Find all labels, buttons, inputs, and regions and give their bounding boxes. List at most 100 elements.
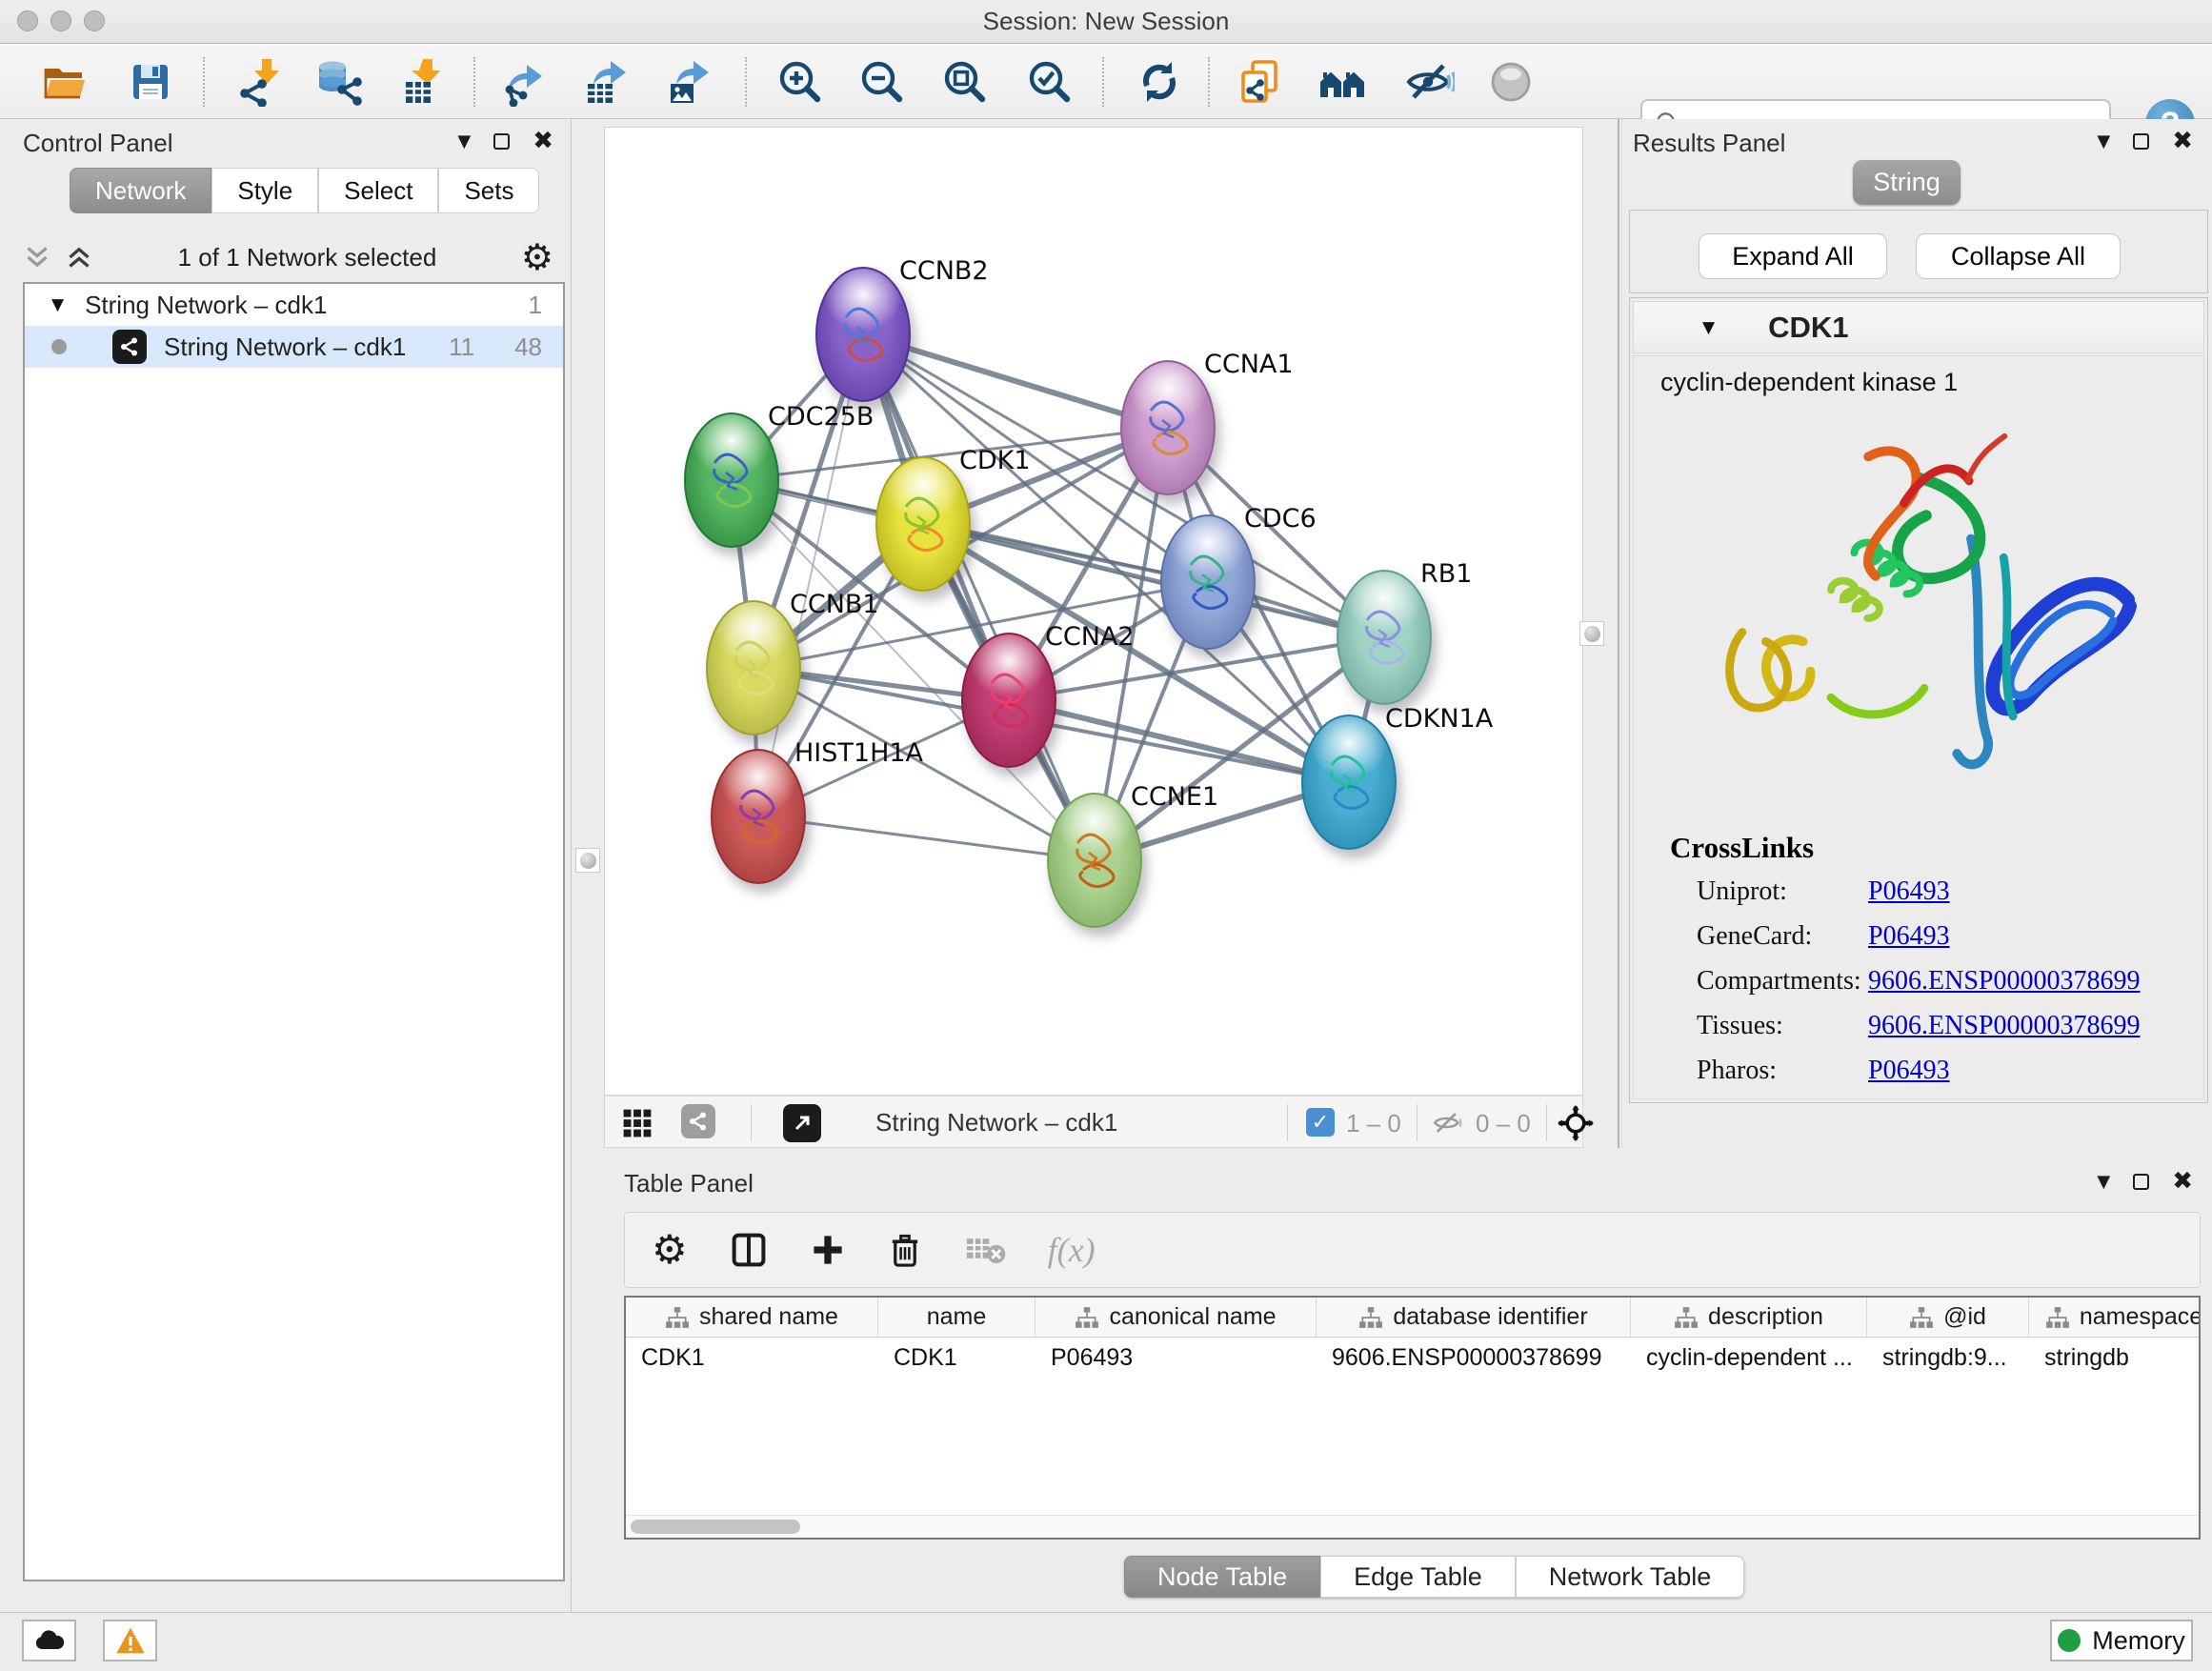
crosslink-value-link[interactable]: 9606.ENSP00000378699: [1868, 966, 2140, 997]
network-node-CDC6[interactable]: [1160, 514, 1256, 650]
update-network-button[interactable]: [1133, 55, 1186, 109]
show-all-button[interactable]: [1484, 55, 1538, 109]
column-header-description[interactable]: description: [1631, 1298, 1867, 1337]
cloud-status-button[interactable]: [22, 1620, 76, 1661]
zoom-selected-button[interactable]: [1023, 55, 1076, 109]
first-neighbors-button[interactable]: [1316, 55, 1369, 109]
expand-all-button[interactable]: Expand All: [1699, 233, 1887, 279]
gene-section-header[interactable]: ▼ CDK1: [1633, 301, 2204, 353]
crosslink-value-link[interactable]: 9606.ENSP00000378699: [1868, 1011, 2140, 1041]
network-row-selected[interactable]: String Network – cdk1 11 48: [25, 326, 563, 368]
fit-selected-button[interactable]: [1558, 1105, 1594, 1144]
network-node-CDC25B[interactable]: [684, 413, 779, 548]
delete-column-button[interactable]: [888, 1232, 922, 1268]
column-header--id[interactable]: @id: [1867, 1298, 2029, 1337]
column-header-database-identifier[interactable]: database identifier: [1317, 1298, 1631, 1337]
network-node-RB1[interactable]: [1337, 570, 1432, 705]
save-session-button[interactable]: [124, 55, 177, 109]
network-edge-count: 48: [514, 332, 542, 362]
network-node-HIST1H1A[interactable]: [711, 749, 806, 884]
tab-edge-table[interactable]: Edge Table: [1320, 1556, 1516, 1598]
open-session-button[interactable]: [38, 55, 91, 109]
crosslink-value-link[interactable]: P06493: [1868, 876, 1950, 907]
results-panel-close-icon[interactable]: ✖: [2172, 129, 2193, 153]
tab-style[interactable]: Style: [211, 168, 318, 213]
zoom-fit-content-button[interactable]: [938, 55, 992, 109]
gene-collapse-triangle-icon[interactable]: ▼: [1702, 318, 1715, 337]
network-node-label-CDC25B: CDC25B: [768, 402, 874, 432]
table-panel-close-icon[interactable]: ✖: [2172, 1169, 2193, 1194]
crosslink-value-link[interactable]: P06493: [1868, 921, 1950, 952]
table-panel: Table Panel ▼ ✖ ⚙ f(x) shared namenameca…: [573, 1148, 2212, 1612]
collapse-all-icon[interactable]: [23, 243, 51, 272]
results-panel-float-icon[interactable]: [2133, 133, 2149, 150]
export-network-button[interactable]: [498, 55, 552, 109]
create-column-button[interactable]: [810, 1232, 846, 1268]
window-minimize-button[interactable]: [50, 10, 71, 31]
network-node-CCNE1[interactable]: [1047, 793, 1142, 928]
zoom-in-button[interactable]: [774, 55, 827, 109]
network-node-CCNB1[interactable]: [706, 600, 801, 735]
control-panel-float-icon[interactable]: [493, 133, 510, 150]
network-node-label-CCNB2: CCNB2: [899, 256, 989, 286]
import-table-from-file-button[interactable]: [396, 55, 450, 109]
function-builder-button[interactable]: f(x): [1048, 1230, 1096, 1270]
table-row[interactable]: CDK1CDK1P064939606.ENSP00000378699cyclin…: [626, 1338, 2199, 1378]
warning-status-button[interactable]: [103, 1620, 157, 1661]
expand-all-icon[interactable]: [65, 243, 93, 272]
network-node-CDKN1A[interactable]: [1301, 715, 1397, 850]
left-splitter-handle[interactable]: [575, 848, 600, 873]
collapse-all-button[interactable]: Collapse All: [1916, 233, 2121, 279]
network-node-CCNA1[interactable]: [1120, 360, 1216, 495]
tab-string[interactable]: String: [1853, 160, 1961, 205]
collection-expand-triangle-icon[interactable]: ▼: [51, 295, 64, 314]
hide-selected-button[interactable]: [1403, 55, 1457, 109]
collection-label: String Network – cdk1: [85, 291, 528, 320]
toolbar-separator: [203, 57, 205, 107]
column-header-name[interactable]: name: [878, 1298, 1036, 1337]
window-maximize-button[interactable]: [84, 10, 105, 31]
network-node-CCNB2[interactable]: [815, 267, 911, 402]
table-panel-float-icon[interactable]: [2133, 1174, 2149, 1190]
detach-view-button[interactable]: [783, 1104, 821, 1142]
clone-network-button[interactable]: [1234, 55, 1287, 109]
selected-nodes-checkbox[interactable]: ✓: [1306, 1108, 1335, 1137]
network-collection-row[interactable]: ▼ String Network – cdk1 1: [25, 284, 563, 326]
control-panel-menu-arrow[interactable]: ▼: [457, 131, 471, 151]
zoom-out-button[interactable]: [855, 55, 909, 109]
grid-view-button[interactable]: [621, 1107, 654, 1142]
network-node-CDK1[interactable]: [875, 456, 971, 592]
tab-network-table[interactable]: Network Table: [1516, 1556, 1745, 1598]
tab-network[interactable]: Network: [70, 168, 211, 213]
delete-table-button[interactable]: [964, 1233, 1006, 1267]
collection-count: 1: [529, 291, 542, 320]
network-node-layer: CCNB2 CCNA1 CDC25B CDK1 CDC6 RB1 CCNB1 C…: [605, 128, 1583, 1096]
show-columns-button[interactable]: [730, 1231, 768, 1269]
control-panel-close-icon[interactable]: ✖: [533, 129, 553, 153]
network-badge-icon[interactable]: [681, 1104, 715, 1138]
window-close-button[interactable]: [17, 10, 38, 31]
results-panel-menu-arrow[interactable]: ▼: [2097, 131, 2110, 151]
memory-button[interactable]: Memory: [2050, 1620, 2193, 1661]
import-network-from-database-button[interactable]: [312, 55, 365, 109]
network-options-gear-icon[interactable]: ⚙: [521, 239, 553, 275]
window-traffic-lights: [17, 10, 105, 31]
import-network-from-file-button[interactable]: [231, 55, 285, 109]
column-header-canonical-name[interactable]: canonical name: [1036, 1298, 1317, 1337]
table-options-gear-button[interactable]: ⚙: [652, 1230, 688, 1270]
tab-sets[interactable]: Sets: [438, 168, 539, 213]
export-table-button[interactable]: [580, 55, 633, 109]
network-node-CCNA2[interactable]: [961, 633, 1056, 768]
column-header-shared-name[interactable]: shared name: [626, 1298, 878, 1337]
export-image-button[interactable]: [663, 55, 716, 109]
right-splitter-handle[interactable]: [1579, 621, 1604, 646]
table-horizontal-scrollbar[interactable]: [626, 1515, 2199, 1538]
column-header-namespace[interactable]: namespace: [2029, 1298, 2201, 1337]
scrollbar-thumb[interactable]: [631, 1520, 800, 1534]
crosslink-value-link[interactable]: P06493: [1868, 1056, 1950, 1086]
tab-node-table[interactable]: Node Table: [1124, 1556, 1320, 1598]
tab-select[interactable]: Select: [318, 168, 438, 213]
table-panel-menu-arrow[interactable]: ▼: [2097, 1172, 2110, 1192]
eye-slash-icon: [1405, 57, 1455, 107]
network-view-canvas[interactable]: CCNB2 CCNA1 CDC25B CDK1 CDC6 RB1 CCNB1 C…: [604, 127, 1583, 1096]
